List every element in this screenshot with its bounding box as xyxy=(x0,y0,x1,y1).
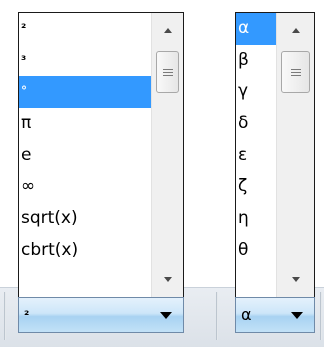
symbols-dropdown-list[interactable]: ² ³ ° π e ∞ sqrt(x) cbrt(x) xyxy=(18,12,184,298)
greek-list-item[interactable]: θ xyxy=(236,235,276,267)
caret-down-icon[interactable] xyxy=(290,311,304,320)
greek-list-item[interactable]: α xyxy=(236,13,276,45)
symbols-list-item[interactable]: ³ xyxy=(19,45,151,77)
symbols-list-item[interactable]: π xyxy=(19,108,151,140)
greek-list-item[interactable]: β xyxy=(236,45,276,77)
greek-combobox-value: α xyxy=(241,305,252,324)
caret-down-icon[interactable] xyxy=(159,311,173,320)
chevron-down-icon xyxy=(163,277,172,282)
symbols-list-item[interactable]: ° xyxy=(19,76,151,109)
grip-lines-icon xyxy=(290,75,301,76)
greek-list-item[interactable]: δ xyxy=(236,108,276,140)
scroll-down-button[interactable] xyxy=(277,269,314,291)
grip-lines-icon xyxy=(162,69,173,70)
greek-list-scrollbar[interactable] xyxy=(276,13,314,297)
scroll-up-button[interactable] xyxy=(152,19,183,41)
greek-letters-list: α β γ δ ε ζ η θ xyxy=(236,13,276,297)
scroll-down-button[interactable] xyxy=(152,269,183,291)
toolbar-separator xyxy=(320,292,322,340)
chevron-up-icon xyxy=(291,28,300,33)
scroll-up-button[interactable] xyxy=(277,19,314,41)
toolbar-separator xyxy=(4,292,6,340)
symbols-list-item[interactable]: ² xyxy=(19,13,151,45)
grip-lines-icon xyxy=(290,69,301,70)
toolbar-separator xyxy=(216,292,218,340)
symbols-list-item[interactable]: sqrt(x) xyxy=(19,203,151,235)
chevron-up-icon xyxy=(163,28,172,33)
symbol-picker-screen: ² ³ ° π e ∞ sqrt(x) cbrt(x) α β γ δ ε ζ … xyxy=(0,0,324,347)
symbols-list-item[interactable]: e xyxy=(19,140,151,172)
greek-list-item[interactable]: η xyxy=(236,203,276,235)
chevron-down-icon xyxy=(291,277,300,282)
symbols-list: ² ³ ° π e ∞ sqrt(x) cbrt(x) xyxy=(19,13,151,297)
symbols-list-scrollbar[interactable] xyxy=(151,13,183,297)
greek-list-item[interactable]: ε xyxy=(236,140,276,172)
symbols-list-item[interactable]: cbrt(x) xyxy=(19,235,151,267)
scroll-thumb[interactable] xyxy=(156,51,179,93)
greek-list-item[interactable]: γ xyxy=(236,76,276,108)
symbols-combobox[interactable]: ² xyxy=(18,297,184,333)
scroll-thumb[interactable] xyxy=(281,51,310,93)
grip-lines-icon xyxy=(162,72,173,73)
grip-lines-icon xyxy=(290,72,301,73)
symbols-list-item[interactable]: ∞ xyxy=(19,171,151,203)
symbols-combobox-value: ² xyxy=(24,308,30,322)
grip-lines-icon xyxy=(162,75,173,76)
greek-list-item[interactable]: ζ xyxy=(236,171,276,203)
greek-letters-combobox[interactable]: α xyxy=(235,297,315,333)
greek-letters-dropdown-list[interactable]: α β γ δ ε ζ η θ xyxy=(235,12,315,298)
